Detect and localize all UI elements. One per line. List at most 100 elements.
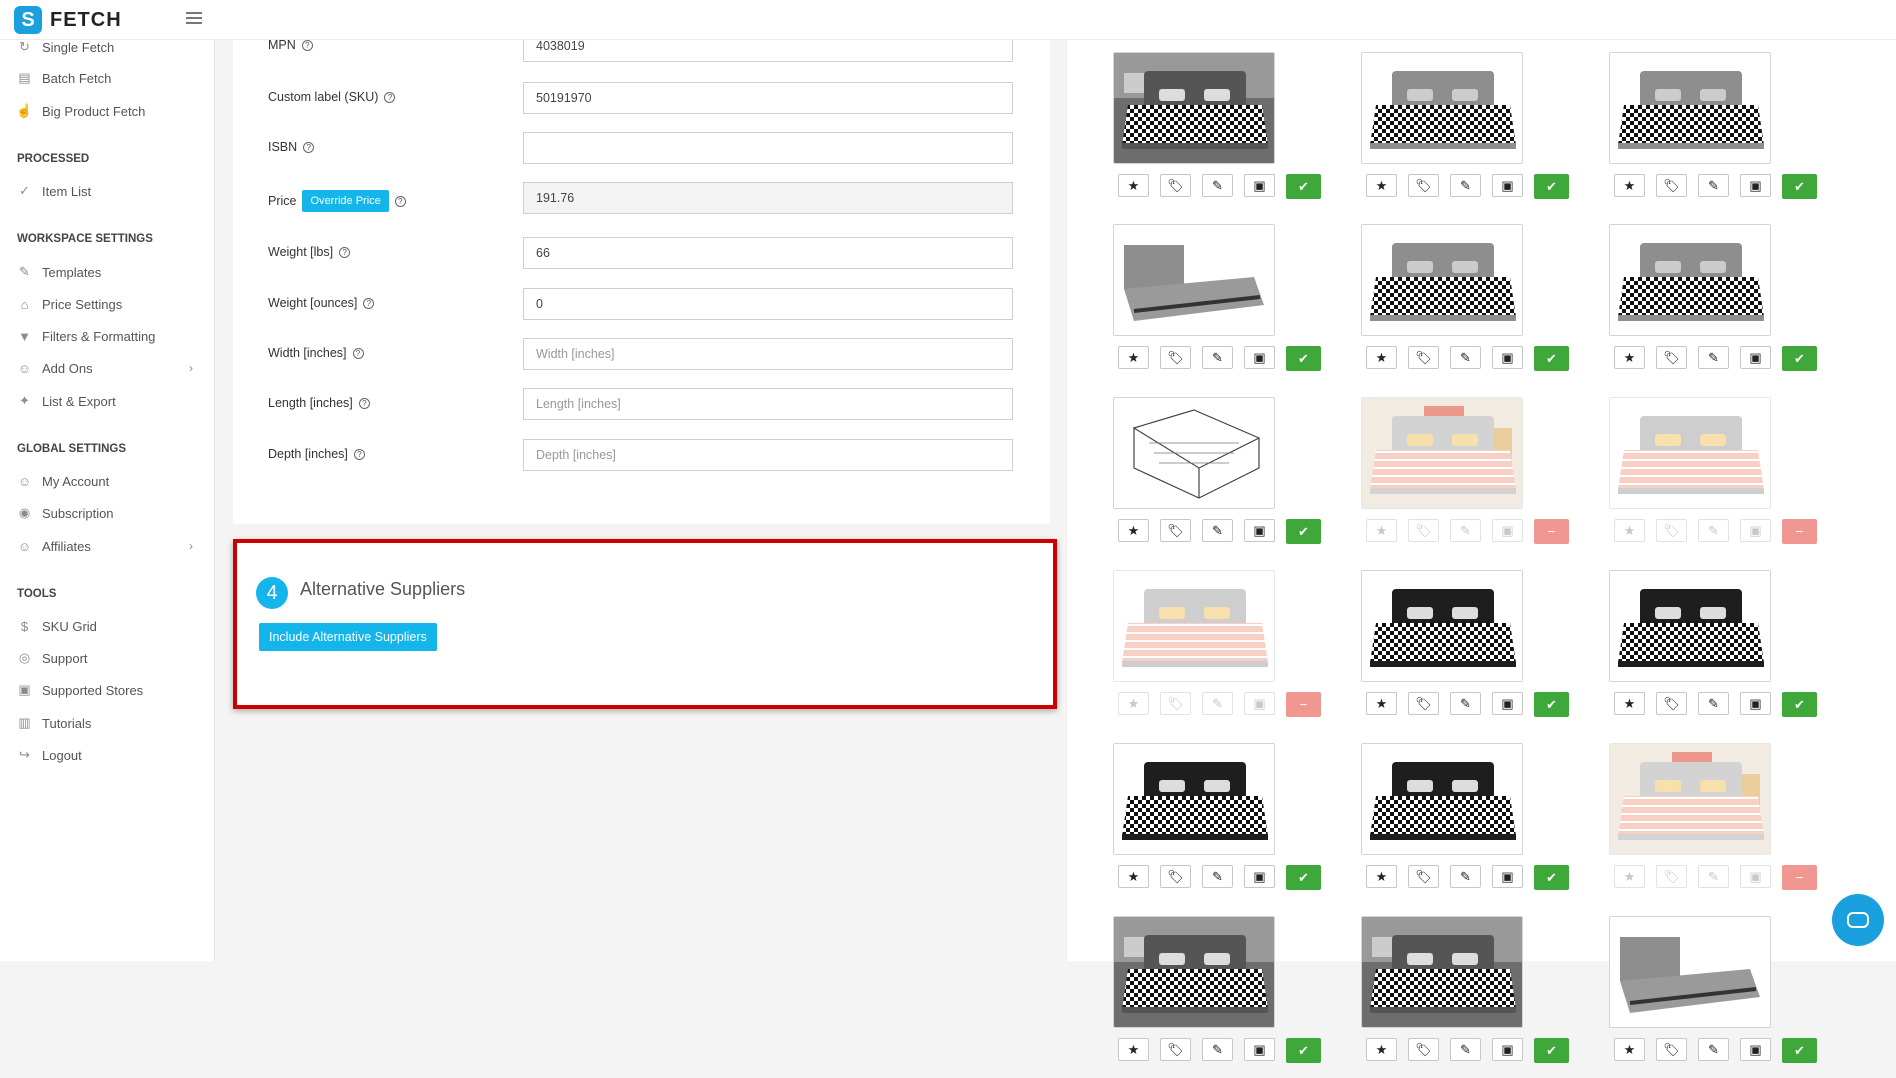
length-input[interactable]: Length [inches] — [523, 388, 1013, 420]
tag-button[interactable]: 🏷 — [1408, 692, 1439, 715]
product-image[interactable] — [1361, 397, 1523, 509]
product-image[interactable] — [1361, 743, 1523, 855]
help-icon[interactable]: ? — [384, 91, 396, 103]
product-image[interactable] — [1609, 570, 1771, 682]
star-button[interactable]: ★ — [1118, 865, 1149, 888]
star-button[interactable]: ★ — [1614, 865, 1645, 888]
image-button[interactable]: ▣ — [1492, 865, 1523, 888]
image-button[interactable]: ▣ — [1492, 1038, 1523, 1061]
product-image[interactable] — [1361, 916, 1523, 1028]
sidebar-item-tutorials[interactable]: ▥ Tutorials — [17, 713, 91, 733]
star-button[interactable]: ★ — [1118, 1038, 1149, 1061]
disabled-toggle-button[interactable]: − — [1534, 519, 1569, 544]
star-button[interactable]: ★ — [1118, 346, 1149, 369]
star-button[interactable]: ★ — [1366, 865, 1397, 888]
star-button[interactable]: ★ — [1614, 174, 1645, 197]
enabled-toggle-button[interactable]: ✔ — [1782, 346, 1817, 371]
tag-button[interactable]: 🏷 — [1160, 519, 1191, 542]
enabled-toggle-button[interactable]: ✔ — [1286, 519, 1321, 544]
width-input[interactable]: Width [inches] — [523, 338, 1013, 370]
enabled-toggle-button[interactable]: ✔ — [1782, 1038, 1817, 1063]
image-button[interactable]: ▣ — [1740, 1038, 1771, 1061]
tag-button[interactable]: 🏷 — [1656, 1038, 1687, 1061]
help-icon[interactable]: ? — [358, 397, 370, 409]
pencil-button[interactable]: ✎ — [1698, 519, 1729, 542]
product-image[interactable] — [1113, 916, 1275, 1028]
star-button[interactable]: ★ — [1366, 519, 1397, 542]
image-button[interactable]: ▣ — [1492, 519, 1523, 542]
tag-button[interactable]: 🏷 — [1160, 692, 1191, 715]
sidebar-item-affiliates[interactable]: ☺ Affiliates › — [17, 536, 193, 556]
enabled-toggle-button[interactable]: ✔ — [1782, 174, 1817, 199]
enabled-toggle-button[interactable]: ✔ — [1534, 174, 1569, 199]
weight-lbs-input[interactable]: 66 — [523, 237, 1013, 269]
help-icon[interactable]: ? — [301, 39, 313, 51]
pencil-button[interactable]: ✎ — [1450, 519, 1481, 542]
enabled-toggle-button[interactable]: ✔ — [1286, 865, 1321, 890]
star-button[interactable]: ★ — [1614, 1038, 1645, 1061]
app-logo[interactable]: S FETCH — [14, 6, 122, 34]
star-button[interactable]: ★ — [1118, 174, 1149, 197]
tag-button[interactable]: 🏷 — [1656, 519, 1687, 542]
tag-button[interactable]: 🏷 — [1656, 346, 1687, 369]
image-button[interactable]: ▣ — [1740, 692, 1771, 715]
star-button[interactable]: ★ — [1118, 519, 1149, 542]
enabled-toggle-button[interactable]: ✔ — [1782, 692, 1817, 717]
star-button[interactable]: ★ — [1366, 692, 1397, 715]
star-button[interactable]: ★ — [1118, 692, 1149, 715]
enabled-toggle-button[interactable]: ✔ — [1534, 692, 1569, 717]
image-button[interactable]: ▣ — [1244, 1038, 1275, 1061]
sidebar-item-sku-grid[interactable]: $ SKU Grid — [17, 616, 97, 636]
sidebar-item-templates[interactable]: ✎ Templates — [17, 262, 101, 282]
pencil-button[interactable]: ✎ — [1698, 692, 1729, 715]
override-price-button[interactable]: Override Price — [302, 190, 389, 212]
help-icon[interactable]: ? — [352, 347, 364, 359]
enabled-toggle-button[interactable]: ✔ — [1534, 865, 1569, 890]
product-image[interactable] — [1361, 224, 1523, 336]
enabled-toggle-button[interactable]: ✔ — [1286, 346, 1321, 371]
sidebar-item-add-ons[interactable]: ☺ Add Ons › — [17, 358, 193, 378]
pencil-button[interactable]: ✎ — [1202, 519, 1233, 542]
product-image[interactable] — [1609, 743, 1771, 855]
image-button[interactable]: ▣ — [1244, 519, 1275, 542]
image-button[interactable]: ▣ — [1492, 174, 1523, 197]
weight-oz-input[interactable]: 0 — [523, 288, 1013, 320]
disabled-toggle-button[interactable]: − — [1286, 692, 1321, 717]
pencil-button[interactable]: ✎ — [1450, 174, 1481, 197]
enabled-toggle-button[interactable]: ✔ — [1286, 174, 1321, 199]
image-button[interactable]: ▣ — [1492, 346, 1523, 369]
help-icon[interactable]: ? — [353, 448, 365, 460]
pencil-button[interactable]: ✎ — [1202, 174, 1233, 197]
chat-button[interactable] — [1832, 894, 1884, 946]
image-button[interactable]: ▣ — [1740, 346, 1771, 369]
product-image[interactable] — [1609, 916, 1771, 1028]
tag-button[interactable]: 🏷 — [1656, 692, 1687, 715]
pencil-button[interactable]: ✎ — [1450, 1038, 1481, 1061]
product-image[interactable] — [1113, 743, 1275, 855]
product-image[interactable] — [1609, 224, 1771, 336]
tag-button[interactable]: 🏷 — [1160, 346, 1191, 369]
sidebar-item-price-settings[interactable]: ⌂ Price Settings — [17, 294, 123, 314]
product-image[interactable] — [1113, 397, 1275, 509]
image-button[interactable]: ▣ — [1740, 519, 1771, 542]
pencil-button[interactable]: ✎ — [1698, 346, 1729, 369]
product-image[interactable] — [1361, 570, 1523, 682]
tag-button[interactable]: 🏷 — [1160, 174, 1191, 197]
product-image[interactable] — [1609, 52, 1771, 164]
enabled-toggle-button[interactable]: ✔ — [1534, 346, 1569, 371]
enabled-toggle-button[interactable]: ✔ — [1534, 1038, 1569, 1063]
product-image[interactable] — [1361, 52, 1523, 164]
menu-toggle-icon[interactable] — [186, 12, 202, 24]
pencil-button[interactable]: ✎ — [1202, 346, 1233, 369]
help-icon[interactable]: ? — [303, 141, 315, 153]
image-button[interactable]: ▣ — [1492, 692, 1523, 715]
star-button[interactable]: ★ — [1366, 174, 1397, 197]
star-button[interactable]: ★ — [1614, 692, 1645, 715]
product-image[interactable] — [1113, 52, 1275, 164]
help-icon[interactable]: ? — [339, 246, 351, 258]
sidebar-item-big-product-fetch[interactable]: ☝ Big Product Fetch — [16, 101, 145, 121]
sidebar-item-supported-stores[interactable]: ▣ Supported Stores — [17, 680, 143, 700]
pencil-button[interactable]: ✎ — [1202, 1038, 1233, 1061]
tag-button[interactable]: 🏷 — [1656, 174, 1687, 197]
image-button[interactable]: ▣ — [1244, 346, 1275, 369]
